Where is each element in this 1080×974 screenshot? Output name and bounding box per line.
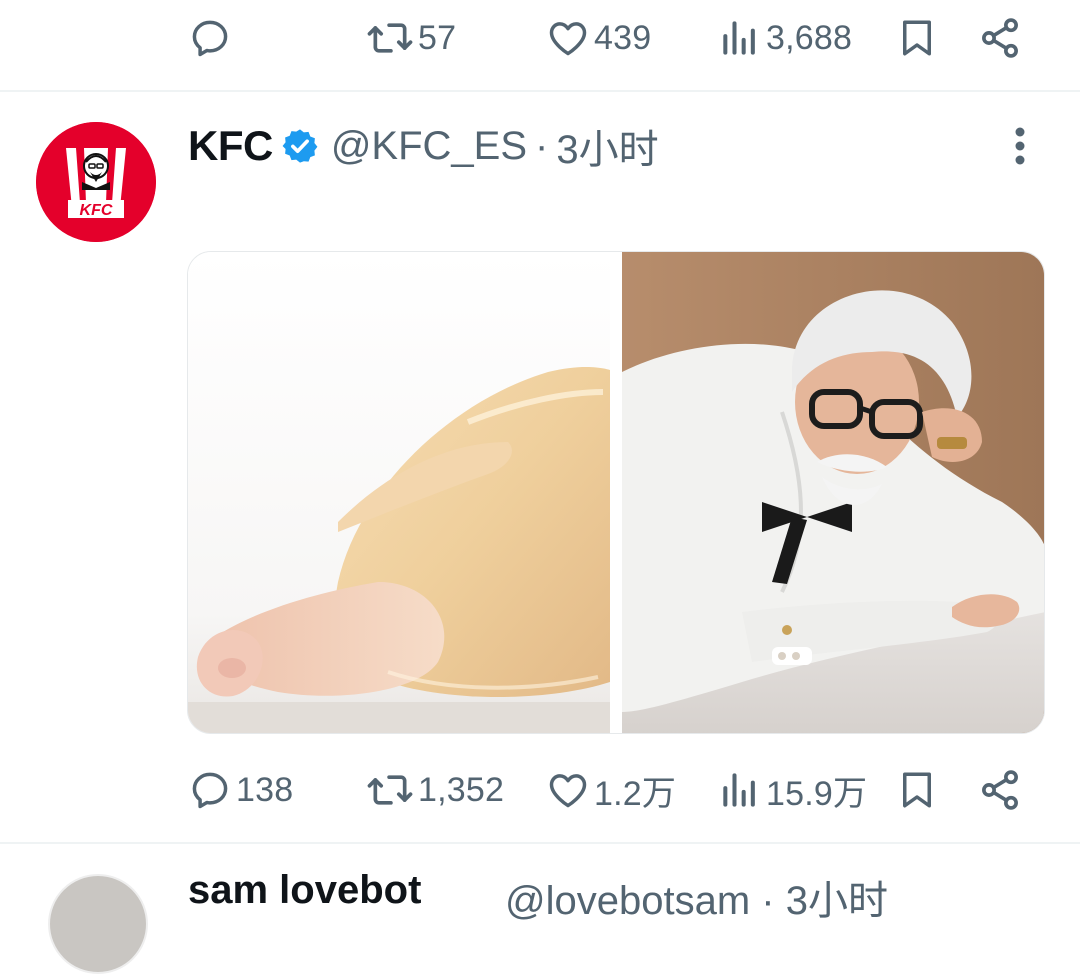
prev-reply-button[interactable] [188, 8, 232, 68]
share-icon [982, 770, 1018, 810]
share-button[interactable] [978, 760, 1022, 820]
tweet-media-grid [187, 251, 1045, 734]
like-button[interactable]: 1.2万 [546, 760, 676, 820]
views-icon [723, 773, 755, 807]
colonel-sanders-image [622, 252, 1044, 733]
prev-share-button[interactable] [978, 8, 1022, 68]
avatar[interactable]: KFC [36, 122, 156, 242]
next-tweet-header: sam lovebot @lovebotsam · 3小时 [0, 862, 1080, 974]
verified-badge-icon [282, 129, 318, 163]
author-name[interactable]: KFC [188, 122, 273, 170]
like-icon [549, 774, 587, 808]
views-icon [723, 21, 755, 55]
views-button[interactable]: 15.9万 [718, 760, 867, 820]
header-separator: · [535, 123, 549, 168]
reply-icon [192, 20, 228, 57]
share-icon [982, 18, 1018, 58]
media-image-colonel[interactable] [622, 252, 1044, 733]
media-gap [610, 252, 622, 733]
prev-retweet-count: 57 [418, 18, 457, 57]
bookmark-icon [903, 772, 931, 808]
next-author-name[interactable]: sam lovebot [188, 868, 421, 913]
prev-views-count: 3,688 [766, 18, 853, 57]
tweet-timestamp[interactable]: 3小时 [556, 117, 658, 175]
tweet-divider-top [0, 90, 1080, 92]
prev-like-button[interactable]: 439 [546, 8, 651, 68]
tweet-actions: 138 1,352 1.2万 15.9万 [0, 760, 1080, 820]
next-author-handle[interactable]: @lovebotsam · 3小时 [505, 868, 888, 926]
tweet-header: KFC @KFC_ES · 3小时 [188, 118, 659, 174]
views-count: 15.9万 [766, 774, 868, 813]
prev-views-button[interactable]: 3,688 [718, 8, 852, 68]
bookmark-button[interactable] [896, 760, 938, 820]
prev-tweet-actions: 57 439 3,688 [0, 8, 1080, 68]
like-icon [549, 22, 587, 56]
tweet-divider-bottom [0, 842, 1080, 844]
reply-icon [192, 772, 228, 809]
retweet-count: 1,352 [418, 770, 505, 809]
reply-count: 138 [236, 770, 294, 809]
media-image-chicken[interactable] [188, 252, 610, 733]
prev-like-count: 439 [594, 18, 652, 57]
next-avatar[interactable] [48, 874, 148, 974]
retweet-button[interactable]: 1,352 [366, 760, 504, 820]
like-count: 1.2万 [594, 774, 677, 813]
raw-chicken-image [188, 252, 610, 733]
reply-button[interactable]: 138 [188, 760, 293, 820]
prev-bookmark-button[interactable] [896, 8, 938, 68]
bookmark-icon [903, 20, 931, 56]
more-options-button[interactable] [1000, 124, 1040, 168]
retweet-icon [367, 23, 413, 53]
kfc-logo-icon: KFC [36, 122, 156, 242]
kfc-logo-text: KFC [80, 202, 113, 219]
prev-retweet-button[interactable]: 57 [366, 8, 456, 68]
author-handle[interactable]: @KFC_ES [331, 124, 527, 169]
retweet-icon [367, 775, 413, 805]
more-options-icon [1015, 127, 1025, 165]
